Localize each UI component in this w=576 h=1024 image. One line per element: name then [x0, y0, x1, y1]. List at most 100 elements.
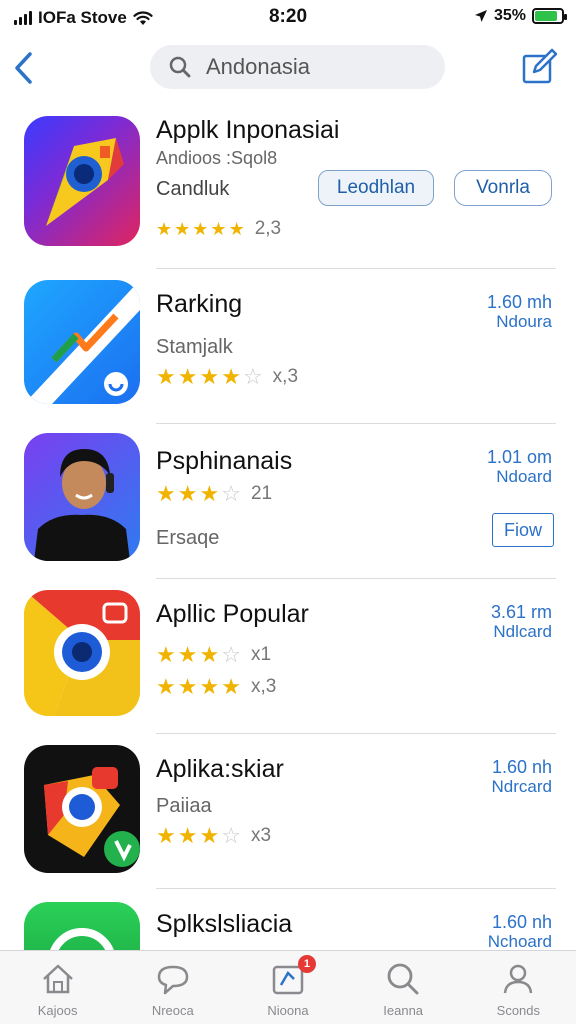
- search-icon: [169, 56, 191, 78]
- rating-count: 21: [250, 483, 273, 504]
- star-icon: ★: [156, 219, 173, 239]
- battery-icon: [532, 8, 567, 24]
- rating-count: x,3: [272, 366, 299, 387]
- rating-count: x1: [250, 644, 272, 665]
- chat-icon: [157, 965, 189, 995]
- tab-label: Nreoca: [151, 1003, 194, 1018]
- rating-count: x,3: [250, 676, 277, 697]
- tab-bar: Kajoos Nreoca 1 Nioona Ieanna Sconds: [0, 950, 576, 1024]
- star-icon: ★: [177, 642, 198, 667]
- tab-label: Sconds: [496, 1003, 541, 1018]
- star-rating: ★ ★ ★ ☆ x1: [156, 644, 271, 666]
- app-subtitle: Ersaqe: [156, 527, 220, 549]
- star-icon: ★: [221, 674, 241, 699]
- status-right: 35%: [474, 7, 567, 25]
- nav-bar: [0, 40, 576, 96]
- star-icon: ★: [156, 642, 176, 667]
- app-icon: [24, 590, 140, 716]
- app-subtitle: Andioos :Sqol8: [156, 148, 278, 168]
- tab-updates[interactable]: 1 Nioona: [238, 955, 338, 1018]
- list-item[interactable]: Psphinanais ★ ★ ★ ☆ 21 Ersaqe 1.01 om Ndoar…: [0, 425, 576, 580]
- notification-badge: 1: [297, 955, 316, 973]
- app-size: 1.60 mh: [486, 292, 552, 312]
- home-icon: [42, 964, 73, 994]
- star-rating: ★ ★ ★ ☆ x3: [156, 825, 271, 847]
- star-rating: ★ ★ ★ ☆ 21: [156, 483, 272, 505]
- tab-label: Nioona: [267, 1003, 309, 1018]
- battery-percent: 35%: [493, 7, 526, 24]
- star-icon: ★: [156, 364, 176, 389]
- list-item[interactable]: Aplika:skiar Paiiaa ★ ★ ★ ☆ x3 1.60 nh Ndrc…: [0, 735, 576, 890]
- rating-count: 2,3: [254, 218, 282, 239]
- compose-icon: [522, 48, 558, 84]
- search-bar[interactable]: [150, 45, 445, 89]
- view-button[interactable]: Vonrla: [454, 170, 552, 206]
- star-icon: ★: [192, 219, 209, 239]
- row-divider: [156, 888, 556, 889]
- app-title: Splkslsliacia: [156, 910, 293, 938]
- tab-search[interactable]: Ieanna: [353, 959, 453, 1018]
- list-item[interactable]: Rarking Stamjalk ★ ★ ★ ★ ☆ x,3 1.60 mh Ndour…: [0, 270, 576, 425]
- star-icon: ★: [177, 364, 198, 389]
- app-size: 1.60 nh: [491, 912, 552, 932]
- star-empty-icon: ☆: [221, 642, 241, 667]
- list-item[interactable]: Apllic Popular ★ ★ ★ ☆ x1 ★ ★ ★ ★ x,3 3.61 rm …: [0, 580, 576, 735]
- star-icon: ★: [221, 364, 241, 389]
- star-icon: ★: [199, 481, 220, 506]
- star-empty-icon: ☆: [221, 823, 241, 848]
- app-icon: [24, 745, 140, 873]
- tab-profile[interactable]: Sconds: [468, 959, 568, 1018]
- search-input[interactable]: [206, 54, 406, 80]
- tab-chat[interactable]: Nreoca: [123, 959, 223, 1018]
- battery-fill: [535, 11, 558, 21]
- list-item[interactable]: Splkslsliacia 1.60 nh Nchoard: [0, 890, 576, 962]
- back-button[interactable]: [8, 48, 38, 88]
- star-rating-secondary: ★ ★ ★ ★ x,3: [156, 676, 276, 698]
- app-size: 3.61 rm: [490, 602, 552, 622]
- status-bar: IOFa Stove 8:20 35%: [0, 0, 576, 34]
- app-title: Applk Inponasiai: [156, 116, 340, 144]
- app-title: Aplika:skiar: [156, 755, 284, 783]
- app-icon: [24, 116, 140, 246]
- app-subtitle: Paiiaa: [156, 795, 212, 817]
- star-empty-icon: ☆: [242, 364, 263, 389]
- star-icon: ★: [228, 219, 245, 239]
- download-button[interactable]: Leodhlan: [318, 170, 434, 206]
- star-empty-icon: ☆: [221, 481, 241, 506]
- star-icon: ★: [199, 642, 220, 667]
- location-icon: [474, 10, 487, 22]
- size-info[interactable]: 3.61 rm Ndlcard: [491, 602, 552, 642]
- app-category: Candluk: [156, 178, 230, 200]
- rating-count: x3: [250, 825, 272, 846]
- app-title: Rarking: [156, 290, 243, 318]
- star-rating: ★ ★ ★ ★ ☆ x,3: [156, 366, 298, 388]
- flow-button[interactable]: Fiow: [492, 513, 554, 547]
- row-divider: [156, 268, 556, 269]
- row-divider: [156, 423, 556, 424]
- app-title: Apllic Popular: [156, 600, 309, 628]
- app-size: 1.60 nh: [491, 757, 552, 777]
- star-icon: ★: [210, 219, 227, 239]
- app-subtitle: Stamjalk: [156, 336, 233, 358]
- star-icon: ★: [156, 823, 176, 848]
- size-info[interactable]: 1.60 mh Ndoura: [487, 292, 552, 332]
- star-rating: ★ ★ ★ ★ ★ 2,3: [156, 218, 281, 240]
- star-icon: ★: [177, 823, 198, 848]
- app-icon: [24, 433, 140, 561]
- compose-button[interactable]: [520, 46, 558, 86]
- search-icon: [387, 963, 419, 995]
- get-label: Ndoura: [496, 312, 552, 331]
- size-info: 1.01 om Ndoard: [487, 447, 552, 487]
- tab-home[interactable]: Kajoos: [8, 959, 108, 1018]
- list-item[interactable]: Applk Inponasiai Andioos :Sqol8 Candluk …: [0, 100, 576, 270]
- app-title: Psphinanais: [156, 447, 293, 475]
- star-icon: ★: [199, 823, 220, 848]
- star-icon: ★: [177, 481, 198, 506]
- star-icon: ★: [156, 674, 176, 699]
- tab-label: Ieanna: [383, 1003, 424, 1018]
- app-size: 1.01 om: [486, 447, 552, 467]
- get-label: Ndlcard: [493, 622, 552, 641]
- size-info[interactable]: 1.60 nh Nchoard: [488, 912, 552, 952]
- size-info[interactable]: 1.60 nh Ndrcard: [492, 757, 552, 797]
- row-divider: [156, 733, 556, 734]
